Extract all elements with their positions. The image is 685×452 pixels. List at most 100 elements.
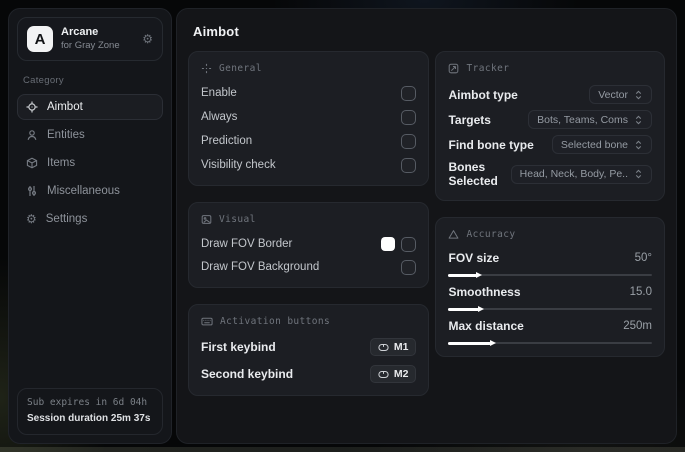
card-tracker-header: Tracker — [448, 63, 652, 74]
mouse-icon — [378, 370, 389, 379]
sidebar-item-items[interactable]: Items — [17, 150, 163, 176]
card-visual-header: Visual — [201, 214, 416, 225]
toggle-row-enable: Enable — [201, 85, 417, 101]
card-title: General — [219, 63, 262, 74]
toggle-row-draw-fov-border: Draw FOV Border — [201, 236, 417, 252]
slider-value: 50° — [634, 252, 652, 264]
content-header: Aimbot — [177, 9, 676, 49]
keybind-label: Second keybind — [201, 367, 294, 381]
brand-text: Arcane for Gray Zone — [61, 26, 134, 52]
session-duration-text: Session duration 25m 37s — [27, 412, 151, 424]
toggle-label: Enable — [201, 87, 237, 99]
keyboard-icon — [201, 316, 213, 327]
card-general-header: General — [201, 63, 416, 74]
aimbot-type-select[interactable]: Vector — [589, 85, 652, 104]
slider-fov-size: FOV size 50° — [448, 251, 652, 278]
toggle-label: Draw FOV Border — [201, 238, 293, 250]
select-row-aimbot-type: Aimbot type Vector — [448, 85, 652, 104]
sidebar-item-label: Miscellaneous — [47, 185, 120, 197]
brand-subtitle: for Gray Zone — [61, 39, 120, 51]
enable-checkbox[interactable] — [401, 85, 417, 101]
slider-thumb[interactable] — [490, 340, 497, 346]
visibility-check-checkbox[interactable] — [401, 157, 417, 173]
select-label: Bones Selected — [448, 160, 498, 188]
keybind-row-second: Second keybind M2 — [201, 365, 417, 383]
bones-selected-select[interactable]: Head, Neck, Body, Pe.. — [510, 164, 652, 184]
sidebar-item-label: Aimbot — [47, 101, 83, 113]
sliders-icon — [26, 185, 38, 197]
brand-title: Arcane — [61, 26, 99, 39]
card-general: General Enable Always Prediction Visibil… — [188, 51, 430, 186]
slider-thumb[interactable] — [478, 306, 484, 312]
keybind-row-first: First keybind M1 — [201, 338, 417, 356]
toggle-row-prediction: Prediction — [201, 133, 417, 149]
find-bone-type-select[interactable]: Selected bone — [551, 135, 652, 154]
card-accuracy-header: Accuracy — [448, 229, 652, 240]
card-title: Visual — [219, 214, 256, 225]
toggle-label: Always — [201, 111, 238, 123]
main-panel: Aimbot General Enable Always Prediction … — [176, 8, 677, 444]
sidebar-item-label: Items — [47, 157, 76, 169]
gear-icon: ⚙ — [26, 212, 37, 226]
targets-select[interactable]: Bots, Teams, Coms — [528, 110, 652, 129]
right-column: Tracker Aimbot type Vector Targets Bots,… — [435, 51, 665, 396]
slider-thumb[interactable] — [475, 272, 482, 278]
select-value: Vector — [598, 88, 628, 101]
cube-icon — [26, 157, 38, 169]
gear-icon[interactable]: ⚙ — [142, 32, 153, 46]
prediction-checkbox[interactable] — [401, 133, 417, 149]
triangle-icon — [448, 229, 459, 240]
slider-value: 250m — [623, 320, 652, 332]
slider-smoothness: Smoothness 15.0 — [448, 285, 652, 312]
card-accuracy: Accuracy FOV size 50° Smoothness 15.0 Ma… — [435, 217, 665, 357]
crosshair-icon — [26, 101, 38, 113]
sub-expires-text: Sub expires in 6d 04h — [27, 396, 148, 408]
card-title: Accuracy — [466, 229, 516, 240]
sidebar-nav: Aimbot Entities Items Miscellaneous ⚙ Se… — [17, 94, 163, 232]
fov-size-slider[interactable] — [448, 272, 652, 278]
slider-label: Smoothness — [448, 285, 521, 299]
select-value: Selected bone — [560, 138, 628, 151]
first-keybind-button[interactable]: M1 — [369, 338, 417, 356]
card-activation-header: Activation buttons — [201, 316, 416, 327]
toggle-row-draw-fov-background: Draw FOV Background — [201, 259, 417, 275]
draw-fov-border-checkbox[interactable] — [401, 236, 417, 252]
sidebar-item-settings[interactable]: ⚙ Settings — [17, 206, 163, 232]
select-row-targets: Targets Bots, Teams, Coms — [448, 110, 652, 129]
cards-area: General Enable Always Prediction Visibil… — [177, 49, 676, 396]
max-distance-slider[interactable] — [448, 340, 652, 346]
card-title: Activation buttons — [220, 316, 331, 327]
select-label: Targets — [448, 112, 491, 127]
unfold-icon — [634, 169, 643, 179]
card-activation-buttons: Activation buttons First keybind M1 Seco… — [188, 304, 430, 396]
sidebar-item-label: Entities — [47, 129, 85, 141]
keybind-label: First keybind — [201, 340, 276, 354]
toggle-row-visibility-check: Visibility check — [201, 157, 417, 173]
brand-card: A Arcane for Gray Zone ⚙ — [17, 17, 163, 61]
second-keybind-button[interactable]: M2 — [369, 365, 417, 383]
left-column: General Enable Always Prediction Visibil… — [188, 51, 430, 396]
toggle-label: Draw FOV Background — [201, 261, 320, 273]
category-label: Category — [23, 75, 64, 86]
smoothness-slider[interactable] — [448, 306, 652, 312]
toggle-label: Prediction — [201, 135, 253, 147]
slider-label: Max distance — [448, 319, 524, 333]
image-icon — [201, 214, 212, 225]
slider-value: 15.0 — [629, 286, 652, 298]
sidebar-item-miscellaneous[interactable]: Miscellaneous — [17, 178, 163, 204]
sidebar-item-aimbot[interactable]: Aimbot — [17, 94, 163, 120]
card-title: Tracker — [466, 63, 510, 74]
app-logo: A — [27, 26, 53, 52]
select-value: Bots, Teams, Coms — [537, 113, 628, 126]
sidebar-item-entities[interactable]: Entities — [17, 122, 163, 148]
unfold-icon — [634, 90, 643, 100]
select-row-find-bone-type: Find bone type Selected bone — [448, 135, 652, 154]
always-checkbox[interactable] — [401, 109, 417, 125]
page-title: Aimbot — [193, 24, 239, 39]
fov-border-color-swatch[interactable] — [381, 237, 396, 251]
mouse-icon — [378, 343, 389, 352]
draw-fov-background-checkbox[interactable] — [401, 259, 417, 275]
select-label: Find bone type — [448, 137, 534, 152]
card-tracker: Tracker Aimbot type Vector Targets Bots,… — [435, 51, 665, 201]
keybind-value: M1 — [393, 341, 409, 353]
